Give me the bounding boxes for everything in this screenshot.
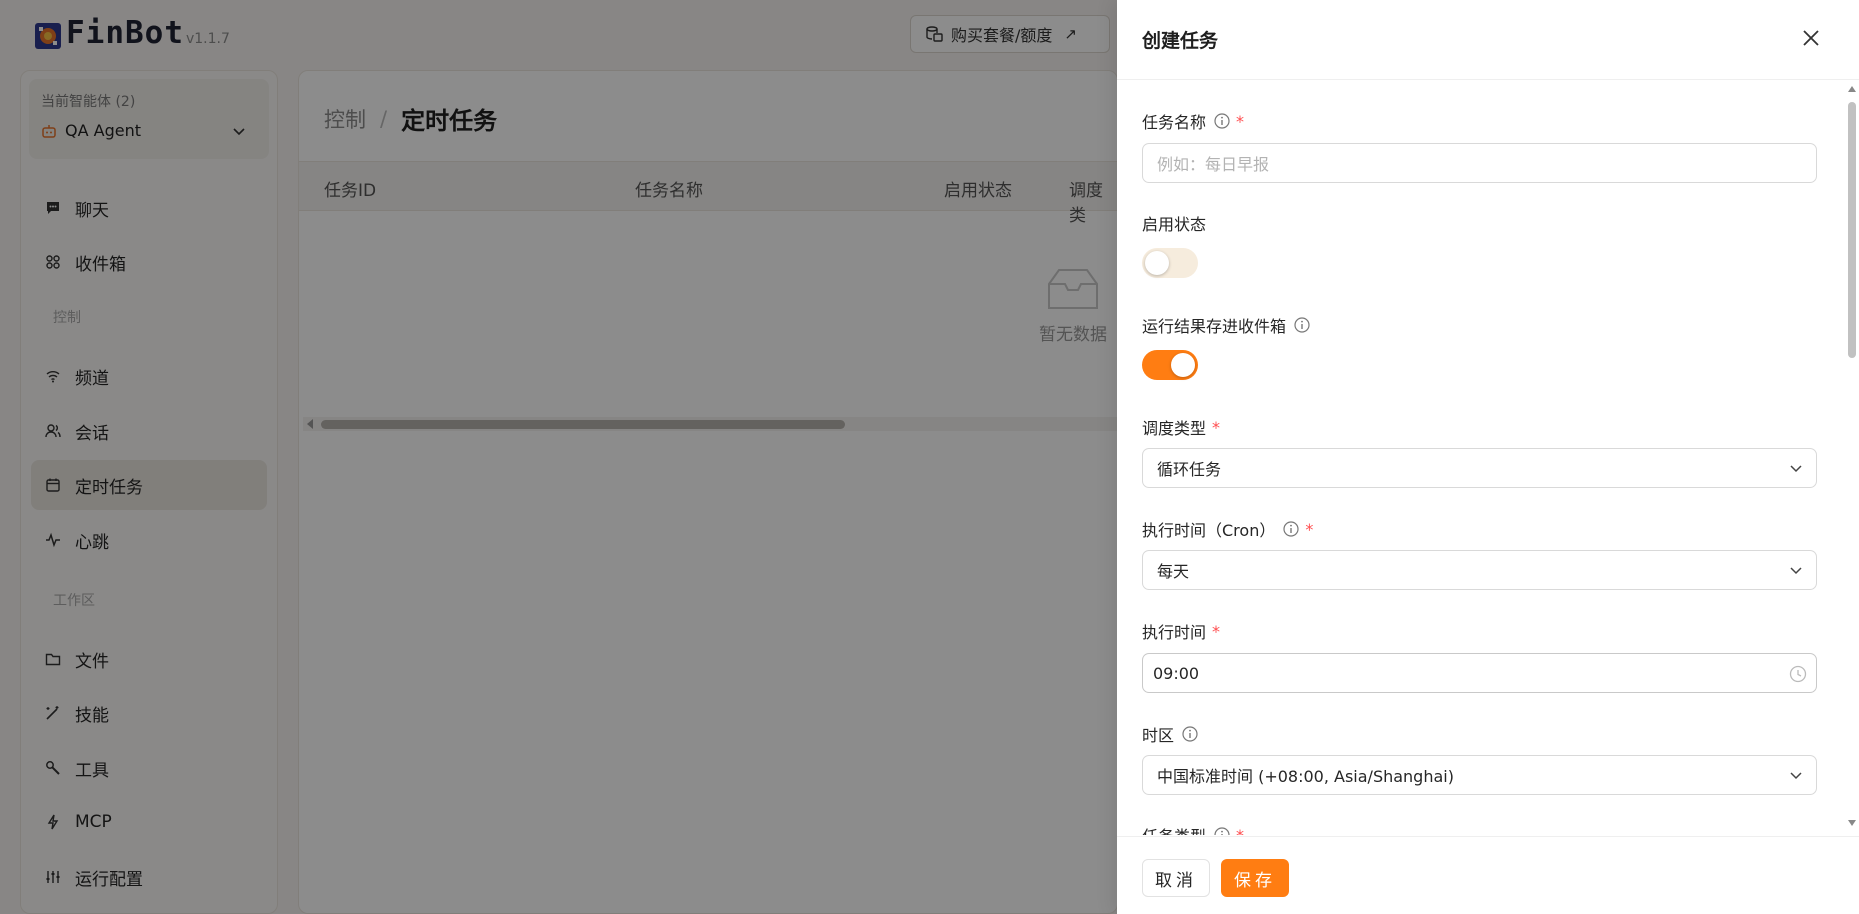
info-icon[interactable] xyxy=(1283,521,1299,537)
enabled-label-text: 启用状态 xyxy=(1142,215,1207,234)
close-button[interactable] xyxy=(1797,24,1825,52)
time-label: 执行时间 * xyxy=(1142,619,1220,643)
required-mark: * xyxy=(1212,621,1221,641)
drawer-header: 创建任务 xyxy=(1117,0,1859,80)
required-mark: * xyxy=(1236,825,1245,836)
enabled-label: 启用状态 xyxy=(1142,211,1206,235)
timezone-label-text: 时区 xyxy=(1142,726,1175,745)
enabled-toggle[interactable] xyxy=(1142,248,1198,278)
save-to-inbox-toggle[interactable] xyxy=(1142,350,1198,380)
time-value: 09:00 xyxy=(1153,663,1200,683)
create-task-drawer: 创建任务 任务名称 * 例如：每日早报 启用状态 运行结果存进收件箱 调度类型 … xyxy=(1117,0,1859,914)
close-icon xyxy=(1803,30,1819,46)
task-name-input[interactable]: 例如：每日早报 xyxy=(1142,143,1817,183)
time-picker[interactable]: 09:00 xyxy=(1142,653,1817,693)
drawer-title: 创建任务 xyxy=(1142,30,1219,52)
drawer-footer: 取消 保存 xyxy=(1117,836,1859,914)
schedule-type-select[interactable]: 循环任务 xyxy=(1142,448,1817,488)
save-to-inbox-label-text: 运行结果存进收件箱 xyxy=(1142,317,1287,336)
cron-select[interactable]: 每天 xyxy=(1142,550,1817,590)
cron-value: 每天 xyxy=(1157,562,1190,581)
task-type-label: 任务类型 * xyxy=(1142,823,1244,835)
drawer-form: 任务名称 * 例如：每日早报 启用状态 运行结果存进收件箱 调度类型 * 循环任… xyxy=(1117,81,1859,835)
task-name-label: 任务名称 * xyxy=(1142,109,1244,133)
task-name-label-text: 任务名称 xyxy=(1142,113,1207,132)
scroll-up-icon[interactable] xyxy=(1848,86,1856,92)
save-to-inbox-label: 运行结果存进收件箱 xyxy=(1142,313,1310,337)
schedule-type-label: 调度类型 * xyxy=(1142,415,1220,439)
cron-label: 执行时间（Cron） * xyxy=(1142,517,1313,541)
timezone-value: 中国标准时间 (+08:00, Asia/Shanghai) xyxy=(1157,767,1454,786)
chevron-down-icon xyxy=(1790,772,1802,780)
chevron-down-icon xyxy=(1790,567,1802,575)
info-icon[interactable] xyxy=(1214,113,1230,129)
chevron-down-icon xyxy=(1790,465,1802,473)
info-icon[interactable] xyxy=(1182,726,1198,742)
toggle-knob xyxy=(1171,353,1195,377)
schedule-type-label-text: 调度类型 xyxy=(1142,419,1207,438)
vertical-scrollbar[interactable] xyxy=(1845,82,1859,834)
clock-icon xyxy=(1789,665,1807,683)
info-icon[interactable] xyxy=(1294,317,1310,333)
cancel-button[interactable]: 取消 xyxy=(1142,859,1210,897)
task-name-placeholder: 例如：每日早报 xyxy=(1157,155,1270,174)
time-label-text: 执行时间 xyxy=(1142,623,1207,642)
required-mark: * xyxy=(1212,417,1221,437)
required-mark: * xyxy=(1236,111,1245,131)
required-mark: * xyxy=(1305,519,1314,539)
save-button[interactable]: 保存 xyxy=(1221,859,1289,897)
timezone-label: 时区 xyxy=(1142,722,1198,746)
scroll-down-icon[interactable] xyxy=(1848,820,1856,826)
task-type-label-text: 任务类型 xyxy=(1142,823,1206,835)
toggle-knob xyxy=(1145,251,1169,275)
schedule-type-value: 循环任务 xyxy=(1157,460,1222,479)
info-icon[interactable] xyxy=(1214,827,1230,835)
cron-label-text: 执行时间（Cron） xyxy=(1142,521,1276,540)
timezone-select[interactable]: 中国标准时间 (+08:00, Asia/Shanghai) xyxy=(1142,755,1817,795)
scrollbar-thumb[interactable] xyxy=(1848,102,1856,358)
